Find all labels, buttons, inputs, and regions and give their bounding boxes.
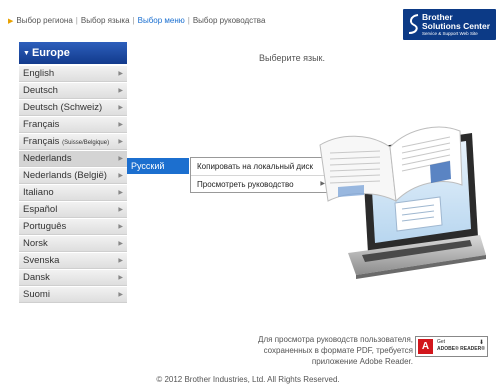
lang-item-francais[interactable]: Français ▶: [19, 117, 127, 133]
chevron-right-icon: ▶: [118, 156, 123, 162]
lang-item-italiano[interactable]: Italiano ▶: [19, 185, 127, 201]
lang-item-english[interactable]: English ▶: [19, 66, 127, 82]
lang-item-portugues[interactable]: Português ▶: [19, 219, 127, 235]
crumb-region[interactable]: Выбор региона: [16, 16, 72, 25]
chevron-right-icon: ▶: [118, 224, 123, 230]
get-adobe-reader-button[interactable]: A Get ADOBE® READER® ⬇: [415, 336, 488, 357]
chevron-right-icon: ▶: [118, 275, 123, 281]
chevron-right-icon: ▶: [118, 190, 123, 196]
chevron-right-icon: ▶: [118, 258, 123, 264]
lang-item-nederlands[interactable]: Nederlands ▶: [19, 151, 127, 167]
region-label: Europe: [31, 47, 70, 59]
choose-language-prompt: Выберите язык.: [259, 53, 325, 63]
lang-item-svenska[interactable]: Svenska ▶: [19, 253, 127, 269]
adobe-reader-note: Для просмотра руководств пользователя, с…: [258, 335, 413, 366]
chevron-right-icon: ▶: [118, 122, 123, 128]
submenu-item-russian[interactable]: Русский: [127, 158, 189, 174]
chevron-right-icon: ▶: [118, 88, 123, 94]
lang-item-nederlands-belgie[interactable]: Nederlands (België) ▶: [19, 168, 127, 184]
crumb-menu[interactable]: Выбор меню: [138, 16, 185, 25]
chevron-right-icon: ▶: [118, 292, 123, 298]
chevron-right-icon: ▶: [118, 105, 123, 111]
adobe-logo-icon: A: [418, 339, 433, 354]
laptop-book-illustration: [319, 126, 486, 279]
expand-triangle-icon: ▼: [23, 50, 30, 57]
crumb-language[interactable]: Выбор языка: [81, 16, 130, 25]
crumb-manual[interactable]: Выбор руководства: [193, 16, 266, 25]
brother-solutions-center-logo[interactable]: Brother Solutions Center Service & Suppo…: [403, 9, 496, 40]
chevron-right-icon: ▶: [118, 241, 123, 247]
logo-line3: Service & Support Web Site: [422, 31, 478, 36]
region-header[interactable]: ▼ Europe: [19, 42, 127, 64]
breadcrumb-arrow-icon: ▶: [8, 18, 14, 25]
lang-item-francais-suisse-belgique[interactable]: Français (Suisse/Belgique) ▶: [19, 134, 127, 150]
lang-item-deutsch-schweiz[interactable]: Deutsch (Schweiz) ▶: [19, 100, 127, 116]
language-list: English ▶ Deutsch ▶ Deutsch (Schweiz) ▶ Fra…: [19, 66, 127, 304]
chevron-right-icon: ▶: [118, 207, 123, 213]
lang-item-norsk[interactable]: Norsk ▶: [19, 236, 127, 252]
lang-item-espanol[interactable]: Español ▶: [19, 202, 127, 218]
download-arrow-icon: ⬇: [478, 340, 484, 346]
lang-item-deutsch[interactable]: Deutsch ▶: [19, 83, 127, 99]
chevron-right-icon: ▶: [118, 139, 123, 145]
lang-item-suomi[interactable]: Suomi ▶: [19, 287, 127, 303]
logo-line2: Solutions Center: [422, 21, 491, 31]
logo-swoosh-icon: [408, 14, 419, 34]
breadcrumb: ▶ Выбор региона | Выбор языка | Выбор меню | Вы…: [8, 16, 266, 25]
chevron-right-icon: ▶: [118, 71, 123, 77]
lang-item-dansk[interactable]: Dansk ▶: [19, 270, 127, 286]
chevron-right-icon: ▶: [118, 173, 123, 179]
